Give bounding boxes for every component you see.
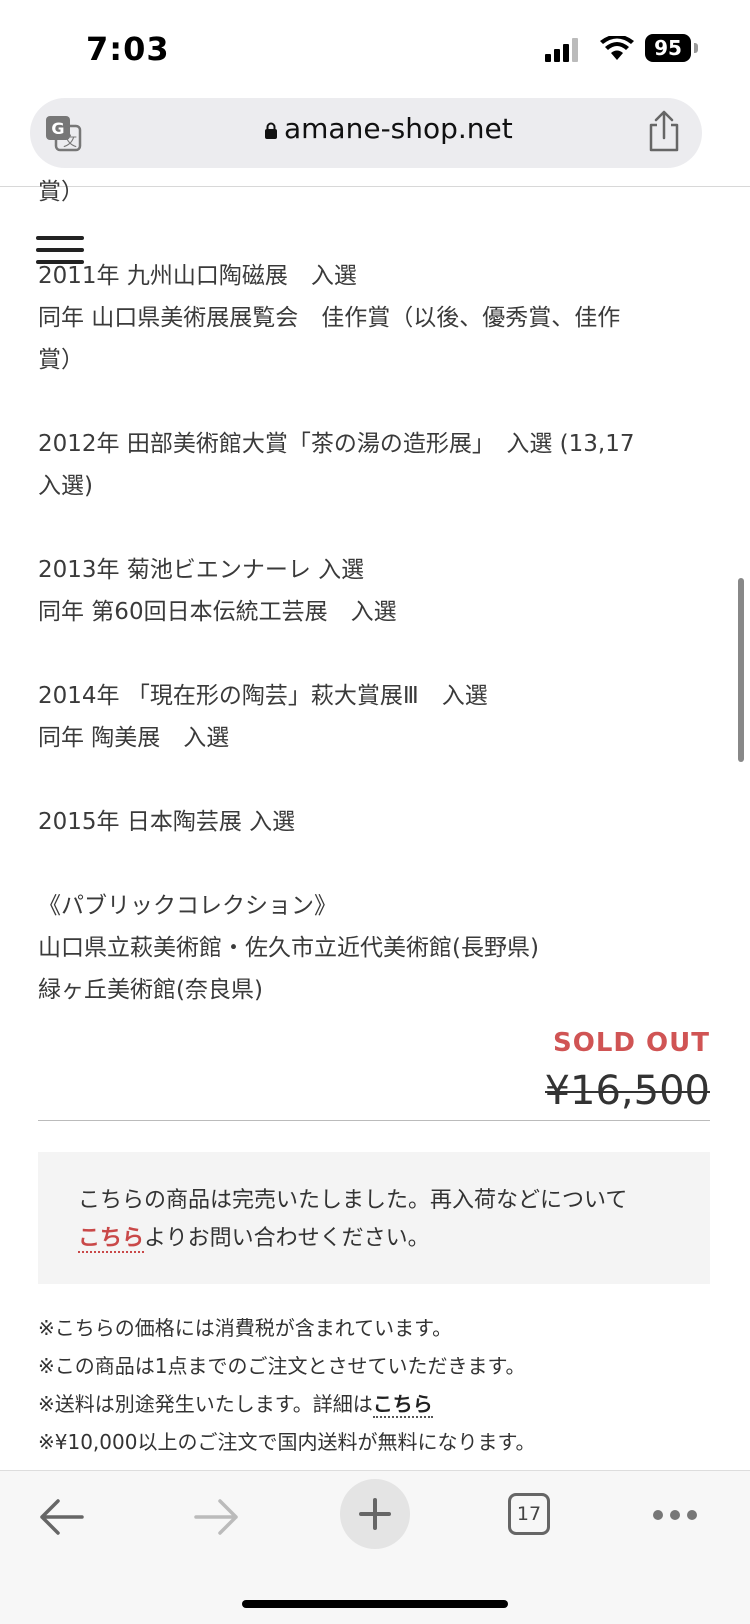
home-indicator — [242, 1600, 508, 1608]
note-tax: ※こちらの価格には消費税が含まれています。 — [38, 1316, 453, 1340]
url-text[interactable]: amane-shop.net — [284, 112, 513, 145]
tab-switcher-button[interactable]: 17 — [508, 1493, 550, 1535]
sold-out-notice: こちらの商品は完売いたしました。再入荷などについて こちらよりお問い合わせくださ… — [38, 1152, 710, 1284]
notice-line-1: こちらの商品は完売いたしました。再入荷などについて — [78, 1188, 628, 1213]
new-tab-button[interactable] — [340, 1479, 410, 1549]
bio-line: 2012年 田部美術館大賞「茶の湯の造形展」 入選 (13,17 — [38, 431, 635, 457]
price-strikethrough — [544, 1091, 710, 1093]
bio-line: 緑ヶ丘美術館(奈良県) — [38, 977, 263, 1003]
partial-line: 賞） — [38, 179, 84, 205]
plus-icon — [359, 1498, 391, 1530]
svg-text:文: 文 — [63, 134, 77, 150]
wifi-icon — [600, 36, 634, 60]
forward-arrow-icon[interactable] — [194, 1497, 240, 1537]
translate-icon[interactable]: G 文 — [44, 114, 82, 152]
shipping-details-link[interactable]: こちら — [372, 1392, 433, 1418]
toolbar-divider — [0, 186, 750, 187]
battery-icon: 95 — [645, 34, 691, 62]
bio-line: 山口県立萩美術館・佐久市立近代美術館(長野県) — [38, 935, 539, 961]
bio-line: 《パブリックコレクション》 — [38, 893, 337, 919]
status-bar: 7:03 95 — [0, 0, 750, 96]
status-time: 7:03 — [86, 30, 170, 68]
address-bar[interactable]: G 文 amane-shop.net — [30, 98, 702, 168]
bio-line: 2013年 菊池ビエンナーレ 入選 — [38, 557, 365, 583]
note-free-shipping: ※¥10,000以上のご注文で国内送料が無料になります。 — [38, 1430, 536, 1454]
contact-link[interactable]: こちら — [78, 1226, 145, 1253]
share-icon[interactable] — [646, 110, 682, 154]
back-arrow-icon[interactable] — [38, 1497, 84, 1537]
sold-out-label: SOLD OUT — [553, 1028, 710, 1058]
bio-line: 同年 山口県美術展展覧会 佳作賞（以後、優秀賞、佳作 — [38, 305, 621, 331]
notice-line-2: こちらよりお問い合わせください。 — [78, 1220, 430, 1253]
menu-icon[interactable] — [36, 236, 84, 268]
bio-line: 同年 陶美展 入選 — [38, 725, 230, 751]
more-options-icon[interactable] — [652, 1509, 698, 1521]
section-divider — [38, 1120, 710, 1121]
battery-nub — [694, 43, 698, 53]
cellular-signal-icon — [545, 38, 578, 62]
price: ¥16,500 — [544, 1068, 710, 1114]
bio-line: 同年 第60回日本伝統工芸展 入選 — [38, 599, 397, 625]
bio-line: 入選) — [38, 473, 93, 499]
note-shipping: ※送料は別途発生いたします。詳細はこちら — [38, 1388, 433, 1418]
note-shipping-text: ※送料は別途発生いたします。詳細は — [38, 1392, 373, 1416]
bio-line: 2015年 日本陶芸展 入選 — [38, 809, 296, 835]
scrollbar[interactable] — [738, 578, 744, 762]
bio-line: 2014年 「現在形の陶芸」萩大賞展Ⅲ 入選 — [38, 683, 488, 709]
bio-line: 2011年 九州山口陶磁展 入選 — [38, 263, 357, 289]
notice-line-2-text: よりお問い合わせください。 — [144, 1226, 430, 1251]
bio-line: 賞） — [38, 347, 84, 373]
lock-icon — [265, 122, 277, 139]
note-limit: ※この商品は1点までのご注文とさせていただきます。 — [38, 1354, 526, 1378]
